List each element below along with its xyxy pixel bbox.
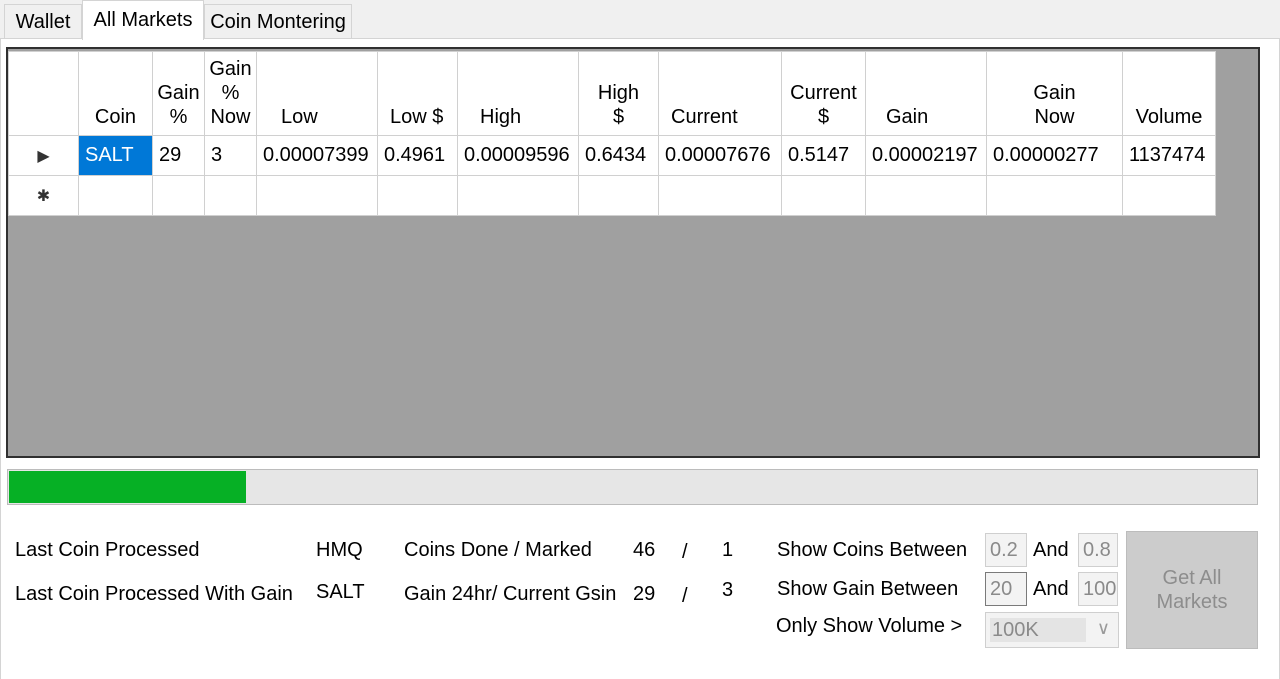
get-all-markets-button[interactable]: Get All Markets xyxy=(1126,531,1258,649)
grid-header-row: Coin Gain % Gain % Now Low Low $ High Hi… xyxy=(8,51,1216,136)
coins-max-field[interactable]: 0.8 xyxy=(1078,533,1118,567)
cell-gain-pct-now[interactable] xyxy=(204,175,257,216)
gain-current-value: 3 xyxy=(722,579,734,601)
volume-label: Only Show Volume > xyxy=(776,615,963,637)
cell-high[interactable]: 0.00009596 xyxy=(457,135,579,176)
new-row[interactable]: ✱ xyxy=(8,175,1216,216)
cell-low-usd[interactable] xyxy=(377,175,458,216)
gain-label: Gain 24hr/ Current Gsin xyxy=(404,583,617,605)
new-row-asterisk-icon[interactable]: ✱ xyxy=(8,175,79,216)
column-header-high[interactable]: High xyxy=(457,51,579,136)
and-label-coins: And xyxy=(1033,539,1069,561)
cell-coin[interactable] xyxy=(78,175,153,216)
volume-select[interactable]: 100K ∨ xyxy=(985,612,1119,648)
coins-separator: / xyxy=(682,541,688,563)
gain-max-field[interactable]: 100 xyxy=(1078,572,1118,606)
column-header-gain-pct-now[interactable]: Gain % Now xyxy=(204,51,257,136)
cell-current-usd[interactable] xyxy=(781,175,866,216)
table-row[interactable]: ▶ SALT 29 3 0.00007399 0.4961 0.00009596… xyxy=(8,135,1216,176)
progress-bar xyxy=(7,469,1258,505)
last-gain-coin-value: SALT xyxy=(316,581,365,603)
gain-separator: / xyxy=(682,585,688,607)
column-header-low-usd[interactable]: Low $ xyxy=(377,51,458,136)
tab-coin-montering[interactable]: Coin Montering xyxy=(204,4,352,38)
and-label-gain: And xyxy=(1033,578,1069,600)
column-header-low[interactable]: Low xyxy=(256,51,378,136)
column-header-current[interactable]: Current xyxy=(658,51,782,136)
column-header-gain[interactable]: Gain xyxy=(865,51,987,136)
cell-gain-pct[interactable]: 29 xyxy=(152,135,205,176)
cell-high[interactable] xyxy=(457,175,579,216)
cell-current[interactable] xyxy=(658,175,782,216)
cell-gain-now[interactable]: 0.00000277 xyxy=(986,135,1123,176)
current-row-indicator-icon[interactable]: ▶ xyxy=(8,135,79,176)
coins-marked-value: 1 xyxy=(722,539,734,561)
last-gain-coin-label: Last Coin Processed With Gain xyxy=(15,583,293,605)
column-header-volume[interactable]: Volume xyxy=(1122,51,1216,136)
column-header-current-usd[interactable]: Current $ xyxy=(781,51,866,136)
coins-done-label: Coins Done / Marked xyxy=(404,539,592,561)
gain-min-field[interactable]: 20 xyxy=(985,572,1027,606)
last-coin-label: Last Coin Processed xyxy=(15,539,200,561)
last-coin-value: HMQ xyxy=(316,539,363,561)
progress-bar-fill xyxy=(9,471,247,503)
coins-done-value: 46 xyxy=(633,539,656,561)
coins-min-field[interactable]: 0.2 xyxy=(985,533,1027,567)
column-header-coin[interactable]: Coin xyxy=(78,51,153,136)
cell-low-usd[interactable]: 0.4961 xyxy=(377,135,458,176)
cell-low[interactable]: 0.00007399 xyxy=(256,135,378,176)
gain-between-label: Show Gain Between xyxy=(777,578,959,600)
column-header-gain-now[interactable]: Gain Now xyxy=(986,51,1123,136)
cell-coin[interactable]: SALT xyxy=(78,135,153,176)
cell-high-usd[interactable]: 0.6434 xyxy=(578,135,659,176)
cell-gain-pct-now[interactable]: 3 xyxy=(204,135,257,176)
cell-current-usd[interactable]: 0.5147 xyxy=(781,135,866,176)
tab-all-markets[interactable]: All Markets xyxy=(82,0,204,40)
cell-current[interactable]: 0.00007676 xyxy=(658,135,782,176)
column-header-gain-pct[interactable]: Gain % xyxy=(152,51,205,136)
markets-grid: Coin Gain % Gain % Now Low Low $ High Hi… xyxy=(8,51,1216,216)
coins-between-label: Show Coins Between xyxy=(777,539,968,561)
row-header-corner xyxy=(8,51,79,136)
cell-gain[interactable] xyxy=(865,175,987,216)
cell-gain-now[interactable] xyxy=(986,175,1123,216)
chevron-down-icon[interactable]: ∨ xyxy=(1097,618,1110,639)
gain-24hr-value: 29 xyxy=(633,583,656,605)
volume-selected-value: 100K xyxy=(990,618,1086,642)
cell-low[interactable] xyxy=(256,175,378,216)
cell-gain-pct[interactable] xyxy=(152,175,205,216)
tab-wallet[interactable]: Wallet xyxy=(4,4,82,38)
cell-volume[interactable] xyxy=(1122,175,1216,216)
cell-high-usd[interactable] xyxy=(578,175,659,216)
cell-gain[interactable]: 0.00002197 xyxy=(865,135,987,176)
column-header-high-usd[interactable]: High $ xyxy=(578,51,659,136)
cell-volume[interactable]: 1137474 xyxy=(1122,135,1216,176)
